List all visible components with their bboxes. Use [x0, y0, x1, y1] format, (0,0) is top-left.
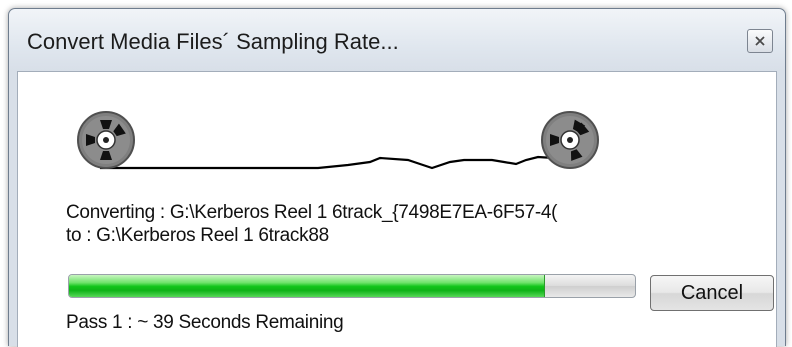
conversion-progress-bar: [68, 274, 636, 298]
converting-target-text: to : G:\Kerberos Reel 1 6track88: [66, 225, 329, 246]
progress-fill: [69, 275, 546, 297]
cancel-button[interactable]: Cancel: [650, 275, 774, 311]
window-title: Convert Media Files´ Sampling Rate...: [27, 29, 399, 54]
right-tape-reel-icon: [541, 111, 599, 169]
dialog-window: Convert Media Files´ Sampling Rate... Co…: [8, 8, 786, 347]
title-bar[interactable]: Convert Media Files´ Sampling Rate...: [9, 9, 785, 71]
time-remaining-text: Pass 1 : ~ 39 Seconds Remaining: [66, 312, 344, 333]
tape-line: [100, 155, 571, 170]
dialog-content: Converting : G:\Kerberos Reel 1 6track_{…: [17, 71, 777, 347]
close-button[interactable]: [747, 29, 773, 53]
converting-source-text: Converting : G:\Kerberos Reel 1 6track_{…: [66, 202, 558, 223]
tape-animation: [77, 111, 599, 170]
left-tape-reel-icon: [77, 111, 135, 169]
close-icon: [755, 36, 765, 46]
